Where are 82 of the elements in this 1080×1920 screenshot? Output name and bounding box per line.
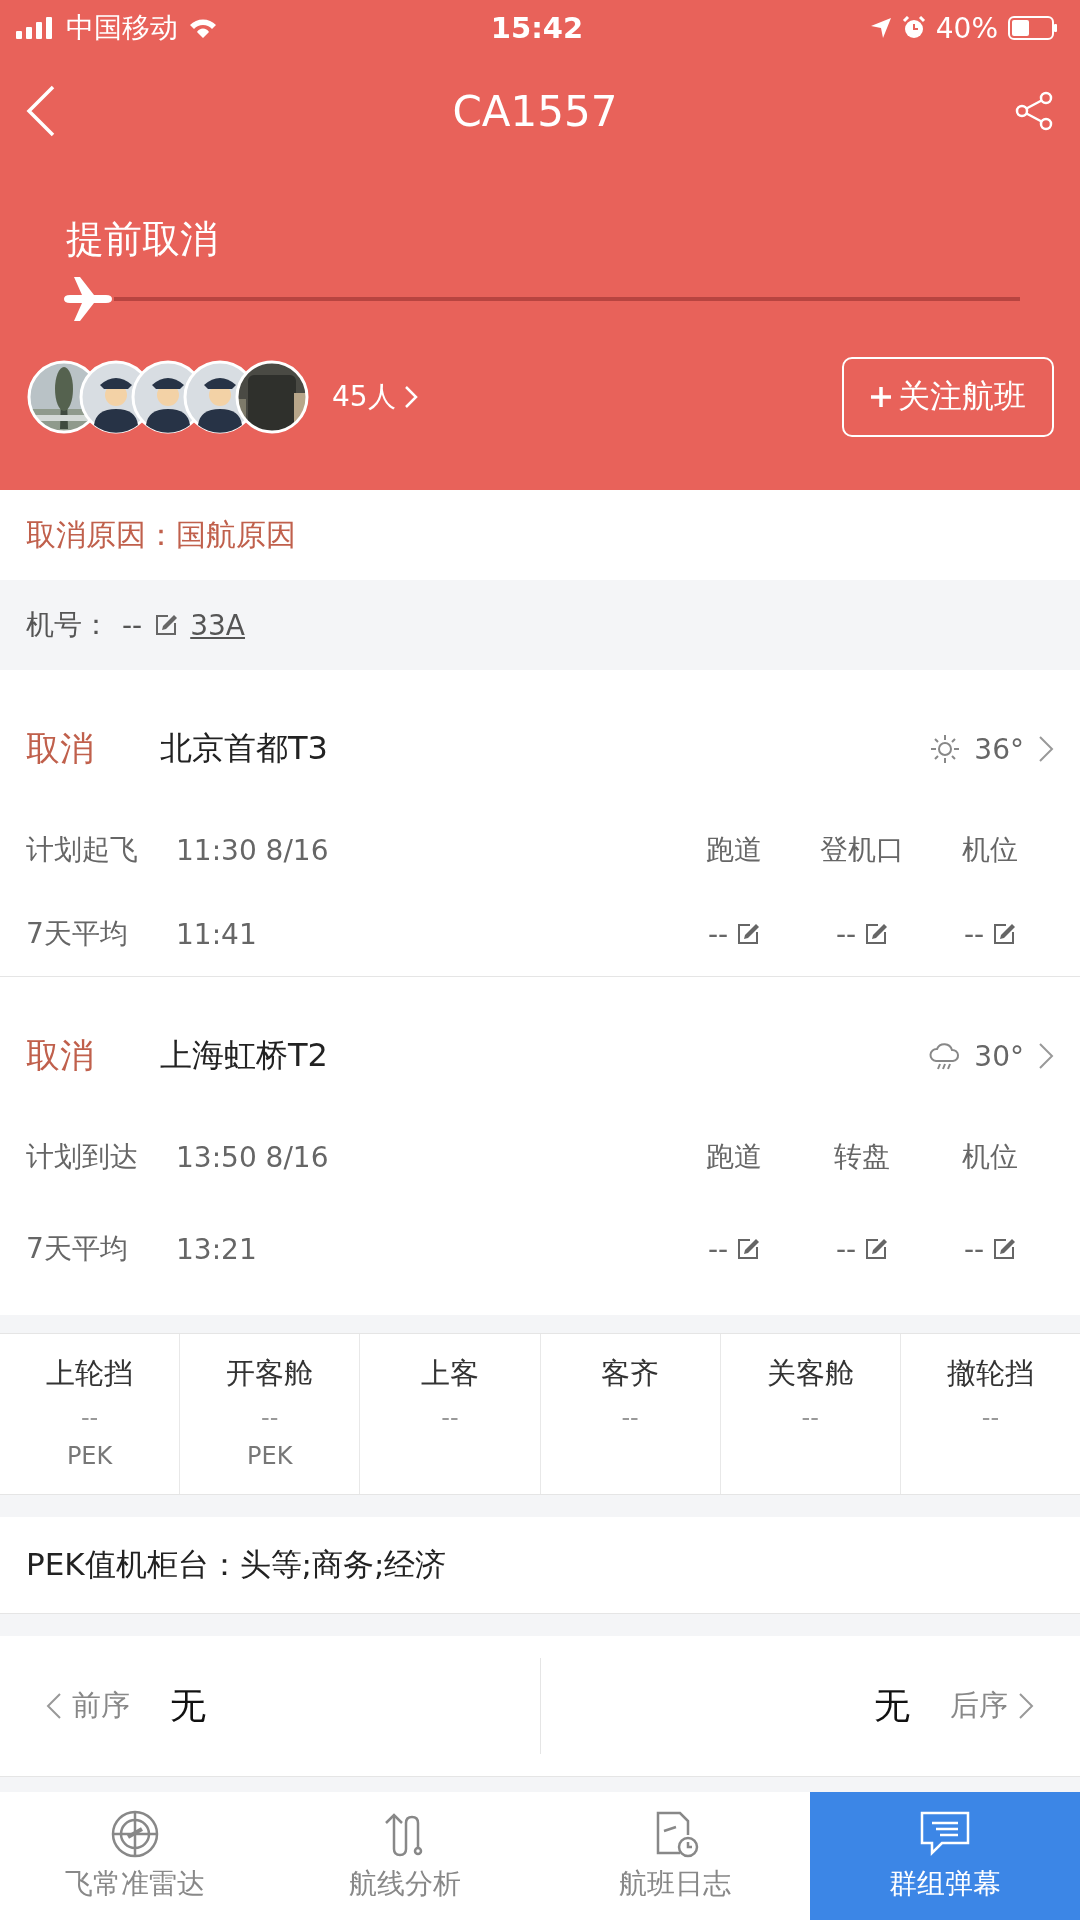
rain-cloud-icon bbox=[928, 1041, 961, 1071]
step-label: 客齐 bbox=[601, 1355, 660, 1392]
step-value: -- bbox=[261, 1404, 279, 1432]
radar-icon bbox=[110, 1809, 160, 1859]
step-label: 上客 bbox=[420, 1355, 479, 1392]
location-arrow-icon bbox=[869, 17, 892, 39]
next-label[interactable]: 后序 bbox=[950, 1686, 1008, 1726]
sun-icon bbox=[930, 734, 961, 764]
battery-icon bbox=[1008, 16, 1058, 40]
step-label: 上轮挡 bbox=[46, 1355, 134, 1392]
field-label: 机位 bbox=[961, 1139, 1019, 1175]
step-label: 开客舱 bbox=[226, 1355, 314, 1392]
wifi-icon bbox=[188, 17, 218, 39]
average-label: 7天平均 bbox=[26, 916, 129, 952]
plan-time-label: 计划起飞 bbox=[26, 832, 139, 868]
plus-icon bbox=[870, 386, 892, 408]
edit-icon[interactable] bbox=[736, 922, 761, 946]
step-value: -- bbox=[981, 1404, 1000, 1432]
chevron-right-icon bbox=[403, 385, 418, 409]
share-icon[interactable] bbox=[1014, 91, 1054, 131]
field-label: 转盘 bbox=[833, 1139, 891, 1175]
field-value: -- bbox=[963, 1232, 985, 1266]
segment-status: 取消 bbox=[26, 727, 95, 770]
airport-name: 上海虹桥T2 bbox=[160, 1035, 328, 1076]
field-label: 登机口 bbox=[819, 832, 905, 868]
average-time: 11:41 bbox=[176, 917, 257, 951]
flight-title: CA1557 bbox=[452, 86, 618, 136]
average-label: 7天平均 bbox=[26, 1231, 129, 1267]
chevron-right-icon[interactable] bbox=[1038, 735, 1054, 763]
edit-icon[interactable] bbox=[864, 1237, 889, 1261]
plan-time: 13:50 8/16 bbox=[176, 1140, 329, 1174]
previous-value: 无 bbox=[170, 1683, 206, 1728]
edit-icon[interactable] bbox=[736, 1237, 761, 1261]
average-time: 13:21 bbox=[176, 1232, 257, 1266]
field-label: 跑道 bbox=[705, 832, 763, 868]
field-label: 跑道 bbox=[705, 1139, 763, 1175]
carrier-name: 中国移动 bbox=[66, 10, 178, 46]
seat-link[interactable]: 33A bbox=[190, 608, 245, 642]
chevron-left-icon[interactable] bbox=[46, 1692, 62, 1720]
next-value: 无 bbox=[874, 1683, 910, 1728]
battery-percent: 40% bbox=[935, 11, 998, 45]
field-value: -- bbox=[707, 917, 729, 951]
airport-name: 北京首都T3 bbox=[160, 728, 328, 769]
tab[interactable]: 航线分析 bbox=[270, 1792, 540, 1920]
previous-label[interactable]: 前序 bbox=[72, 1686, 130, 1726]
plan-time: 11:30 8/16 bbox=[176, 833, 329, 867]
step-value: -- bbox=[801, 1404, 819, 1432]
tab[interactable]: 群组弹幕 bbox=[810, 1792, 1080, 1920]
temperature: 30° bbox=[974, 1039, 1024, 1073]
chevron-right-icon[interactable] bbox=[1018, 1692, 1034, 1720]
step-value: -- bbox=[621, 1404, 639, 1432]
chevron-right-icon[interactable] bbox=[1038, 1042, 1054, 1070]
field-value: -- bbox=[835, 917, 857, 951]
alarm-icon bbox=[901, 16, 926, 40]
edit-icon[interactable] bbox=[154, 613, 179, 637]
checkin-counter: PEK值机柜台：头等;商务;经济 bbox=[0, 1517, 1080, 1614]
aircraft-label: 机号： bbox=[26, 607, 110, 643]
field-value: -- bbox=[707, 1232, 729, 1266]
follow-button[interactable]: 关注航班 bbox=[842, 357, 1054, 437]
step-label: 撤轮挡 bbox=[946, 1355, 1034, 1392]
edit-icon[interactable] bbox=[992, 922, 1017, 946]
aircraft-value: -- bbox=[122, 608, 143, 642]
cancel-reason: 取消原因：国航原因 bbox=[0, 490, 1080, 580]
edit-icon[interactable] bbox=[992, 1237, 1017, 1261]
tab[interactable]: 飞常准雷达 bbox=[0, 1792, 270, 1920]
edit-icon[interactable] bbox=[864, 922, 889, 946]
field-value: -- bbox=[835, 1232, 857, 1266]
flight-status: 提前取消 bbox=[65, 216, 219, 263]
segment-status: 取消 bbox=[26, 1034, 95, 1077]
step-airport: PEK bbox=[247, 1442, 293, 1470]
temperature: 36° bbox=[974, 732, 1024, 766]
step-value: -- bbox=[80, 1404, 99, 1432]
tab[interactable]: 航班日志 bbox=[540, 1792, 810, 1920]
plan-time-label: 计划到达 bbox=[26, 1139, 139, 1175]
field-value: -- bbox=[963, 917, 985, 951]
back-icon[interactable] bbox=[26, 85, 56, 137]
step-label: 关客舱 bbox=[766, 1355, 854, 1392]
field-label: 机位 bbox=[961, 832, 1019, 868]
status-time: 15:42 bbox=[490, 11, 584, 45]
step-airport: PEK bbox=[66, 1442, 113, 1470]
step-value: -- bbox=[441, 1404, 459, 1432]
follower-count[interactable]: 45人 bbox=[332, 378, 396, 416]
